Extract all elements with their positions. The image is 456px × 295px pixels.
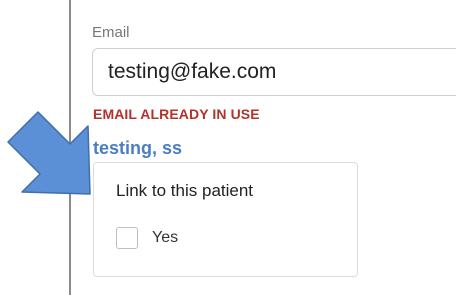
- link-yes-label: Yes: [152, 229, 179, 246]
- email-field[interactable]: [92, 48, 456, 96]
- link-yes-checkbox[interactable]: [116, 227, 138, 249]
- link-patient-panel: Link to this patient Yes: [93, 162, 358, 277]
- link-yes-option[interactable]: Yes: [116, 225, 178, 251]
- email-error-message: EMAIL ALREADY IN USE: [93, 106, 260, 122]
- link-panel-title: Link to this patient: [116, 181, 254, 200]
- arrow-down-right-icon: [7, 111, 91, 195]
